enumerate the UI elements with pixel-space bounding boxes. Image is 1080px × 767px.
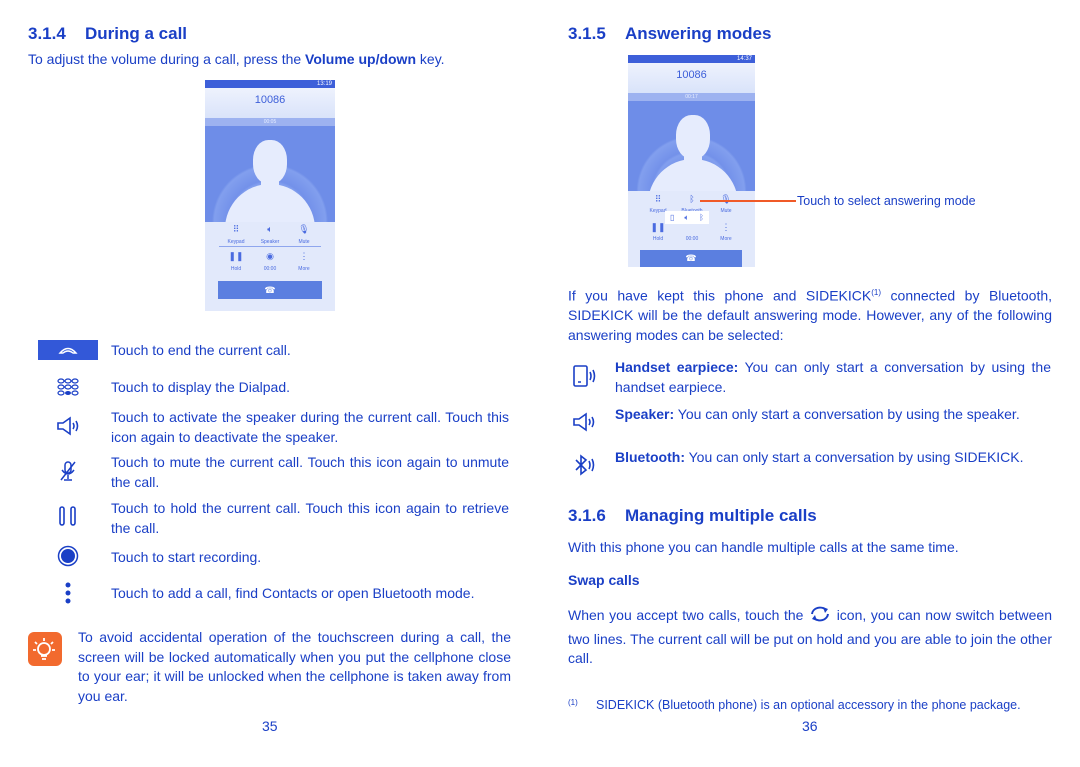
lightbulb-icon (28, 632, 62, 670)
section-heading-multiple-calls: 3.1.6 Managing multiple calls (568, 506, 817, 526)
mode-desc: You can only start a conversation by usi… (674, 406, 1020, 422)
item-dialpad-text: Touch to display the Dialpad. (111, 379, 290, 395)
footnote-ref: (1) (871, 288, 882, 297)
contact-avatar (628, 101, 755, 191)
para-a: If you have kept this phone and SIDEKICK (568, 287, 872, 304)
intro-text: To adjust the volume during a call, pres… (28, 50, 518, 70)
item-mute-text: Touch to mute the current call. Touch th… (111, 454, 509, 490)
mode-label: Bluetooth: (615, 449, 685, 465)
speaker-icon (568, 412, 602, 432)
caller-number: 10086 (628, 63, 755, 93)
mute-label: Mute (298, 239, 310, 245)
handset-earpiece-icon[interactable]: ▯ (670, 213, 674, 222)
dialpad-icon: ⠿ (232, 224, 240, 234)
section-number: 3.1.6 (568, 506, 606, 525)
more-label: More (720, 236, 732, 242)
mode-desc: You can only start a conversation by usi… (684, 449, 1024, 465)
record-time-label: 00:00 (263, 266, 277, 272)
swap-calls-text: When you accept two calls, touch the ico… (568, 604, 1052, 669)
hold-icon: ❚❚ (228, 251, 244, 261)
call-timer: 00:17 (628, 93, 755, 101)
mute-icon (38, 460, 98, 482)
speaker-label: Speaker (260, 239, 280, 245)
bluetooth-icon[interactable]: ᛒ (699, 213, 704, 222)
phone-screenshot-answering-mode: 14:37 10086 00:17 ⠿ ᛒ 🎙︎ Keypad Bluetoot… (628, 55, 755, 267)
speaker-icon[interactable]: 🔈︎ (684, 213, 689, 223)
end-call-button: ☎︎ (640, 250, 742, 267)
callout-text: Touch to select answering mode (797, 194, 976, 208)
mode-speaker-text: Speaker: You can only start a conversati… (615, 405, 1055, 425)
caller-number: 10086 (205, 88, 335, 118)
item-speaker-text: Touch to activate the speaker during the… (111, 409, 509, 445)
hold-icon: ❚❚ (650, 222, 666, 232)
hold-icon (38, 505, 98, 527)
status-bar: 13:19 (205, 80, 335, 88)
mute-label: Mute (720, 208, 732, 214)
mode-bluetooth-text: Bluetooth: You can only start a conversa… (615, 448, 1055, 468)
manual-spread: 3.1.4 During a call To adjust the volume … (0, 0, 1080, 767)
record-icon: ◉ (266, 251, 274, 261)
section-number: 3.1.4 (28, 24, 66, 43)
footnote-mark: (1) (568, 698, 578, 707)
mode-label: Handset earpiece: (615, 359, 739, 375)
multiple-calls-text: With this phone you can handle multiple … (568, 539, 959, 555)
item-hold-text: Touch to hold the current call. Touch th… (111, 500, 509, 536)
section-heading-answering-modes: 3.1.5 Answering modes (568, 24, 771, 44)
bluetooth-icon[interactable]: ᛒ (677, 194, 707, 204)
tip-text: To avoid accidental operation of the tou… (78, 629, 511, 704)
mode-handset-text: Handset earpiece: You can only start a c… (615, 358, 1051, 397)
section-heading-during-call: 3.1.4 During a call (28, 24, 187, 44)
divider (219, 246, 321, 247)
item-record-text: Touch to start recording. (111, 549, 262, 565)
item-more-text: Touch to add a call, find Contacts or op… (111, 585, 475, 601)
bluetooth-icon (568, 453, 602, 477)
call-timer: 00:05 (205, 118, 335, 126)
section-number: 3.1.5 (568, 24, 606, 43)
callout-line (700, 200, 796, 202)
dialpad-icon (38, 378, 98, 396)
section-title: During a call (85, 24, 188, 43)
more-icon (38, 582, 98, 604)
page-number-left: 35 (262, 718, 278, 734)
hold-label: Hold (652, 236, 664, 242)
mute-icon: 🎙︎ (298, 224, 310, 234)
keypad-label: Keypad (227, 239, 245, 245)
answering-intro-text: If you have kept this phone and SIDEKICK… (568, 283, 1052, 345)
volume-key-label: Volume up/down (305, 51, 417, 67)
record-time-label: 00:00 (685, 236, 699, 242)
status-bar: 14:37 (628, 55, 755, 63)
more-label: More (298, 266, 310, 272)
mode-label: Speaker: (615, 406, 675, 422)
end-call-icon (38, 340, 98, 360)
phone-screenshot-during-call: 13:19 10086 00:05 ⠿ 🔈︎ 🎙︎ Keypad Speaker… (205, 80, 335, 311)
swap-pre: When you accept two calls, touch the (568, 607, 809, 623)
item-end-call-text: Touch to end the current call. (111, 342, 291, 358)
swap-calls-heading: Swap calls (568, 572, 640, 588)
more-icon: ⋮ (299, 251, 309, 261)
section-title: Answering modes (625, 24, 772, 43)
record-icon (38, 545, 98, 567)
contact-avatar (205, 126, 335, 222)
swap-icon (808, 604, 832, 630)
hold-label: Hold (230, 266, 242, 272)
handset-earpiece-icon (568, 364, 602, 388)
end-call-button: ☎︎ (218, 281, 322, 299)
intro-pre: To adjust the volume during a call, pres… (28, 51, 306, 67)
more-icon: ⋮ (721, 222, 731, 232)
section-title: Managing multiple calls (625, 506, 817, 525)
page-number-right: 36 (802, 718, 818, 734)
speaker-icon: 🔈︎ (267, 224, 273, 234)
speaker-icon (38, 416, 98, 436)
dialpad-icon: ⠿ (654, 194, 662, 204)
footnote-text: SIDEKICK (Bluetooth phone) is an optiona… (596, 698, 1021, 712)
intro-post: key. (416, 51, 445, 67)
